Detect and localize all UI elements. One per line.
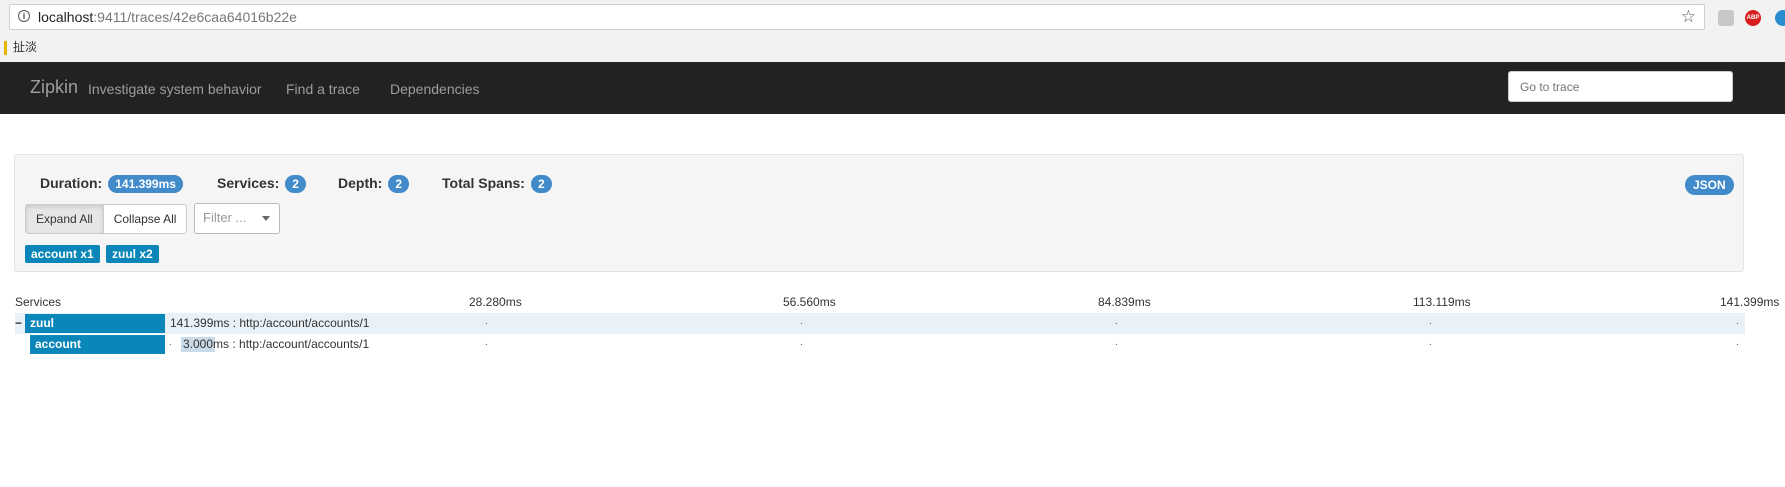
url-path: :9411/traces/42e6caa64016b22e	[93, 9, 297, 25]
services-column-header: Services	[15, 295, 62, 309]
time-tick: 84.839ms	[1098, 295, 1151, 309]
grid-dot: .	[1115, 337, 1118, 348]
duration-label: Duration:	[40, 175, 103, 191]
brand-link[interactable]: Zipkin	[30, 77, 78, 98]
span-label: 141.399ms : http:/account/accounts/1	[170, 316, 370, 330]
grid-dot: .	[1429, 337, 1432, 348]
span-duration-bar	[166, 316, 1744, 331]
grid-dot: .	[800, 316, 803, 327]
expand-collapse-group: Expand All Collapse All	[25, 204, 188, 234]
grid-dot: .	[800, 337, 803, 348]
grid-dot: .	[485, 337, 488, 348]
time-tick: 56.560ms	[783, 295, 836, 309]
duration-badge: 141.399ms	[108, 175, 183, 193]
service-filter-select[interactable]: Filter ...	[194, 203, 280, 234]
url-text: localhost:9411/traces/42e6caa64016b22e	[38, 9, 297, 25]
span-service-name: account	[30, 335, 165, 354]
bookmark-star-icon[interactable]: ☆	[1681, 7, 1696, 27]
duration-stat: Duration: 141.399ms	[40, 175, 183, 193]
bookmark-item[interactable]: 扯淡	[4, 38, 37, 55]
grid-dot: .	[1429, 316, 1432, 327]
time-tick: 28.280ms	[469, 295, 522, 309]
time-tick: 113.119ms	[1413, 295, 1471, 309]
go-to-trace-input[interactable]	[1508, 71, 1733, 102]
navbar: Zipkin Investigate system behavior Find …	[0, 62, 1785, 114]
extension-icon[interactable]	[1775, 10, 1785, 26]
services-stat: Services: 2	[217, 175, 306, 193]
grid-dot: .	[1736, 316, 1739, 327]
grid-dot: .	[1736, 337, 1739, 348]
grid-dot: .	[1115, 316, 1118, 327]
grid-dot: .	[169, 337, 172, 348]
services-label: Services:	[217, 175, 280, 191]
extension-icon[interactable]	[1718, 10, 1734, 26]
collapse-all-button[interactable]: Collapse All	[103, 204, 188, 234]
browser-toolbar: i localhost:9411/traces/42e6caa64016b22e…	[0, 0, 1785, 63]
span-service-name: zuul	[25, 314, 165, 333]
brand-tagline: Investigate system behavior	[88, 81, 262, 97]
service-tag-account[interactable]: account x1	[25, 245, 100, 263]
depth-badge: 2	[388, 175, 410, 193]
bookmark-label: 扯淡	[13, 40, 38, 54]
trace-summary-panel: Duration: 141.399ms Services: 2 Depth: 2 To…	[14, 154, 1744, 272]
chevron-down-icon	[262, 216, 270, 221]
depth-stat: Depth: 2	[338, 175, 410, 193]
total-spans-badge: 2	[530, 175, 552, 193]
total-spans-label: Total Spans:	[442, 175, 525, 191]
trace-timeline: Services 28.280ms 56.560ms 84.839ms 113.…	[15, 293, 1785, 363]
services-badge: 2	[285, 175, 306, 193]
json-button[interactable]: JSON	[1685, 175, 1734, 195]
collapse-toggle-icon[interactable]: −	[15, 316, 22, 330]
depth-label: Depth:	[338, 175, 383, 191]
url-host: localhost	[38, 9, 94, 25]
time-tick: 141.399ms	[1720, 295, 1780, 309]
span-row[interactable]: account . 3.000ms : http:/account/accoun…	[15, 334, 1745, 355]
nav-dependencies[interactable]: Dependencies	[390, 81, 480, 97]
folder-icon	[4, 40, 7, 55]
service-tag-zuul[interactable]: zuul x2	[106, 245, 159, 263]
span-label: 3.000ms : http:/account/accounts/1	[183, 337, 370, 351]
total-spans-stat: Total Spans: 2	[442, 175, 552, 193]
site-info-icon[interactable]: i	[18, 10, 30, 22]
adblock-extension-icon[interactable]: ABP	[1745, 10, 1761, 26]
span-row[interactable]: − zuul 141.399ms : http:/account/account…	[15, 313, 1745, 334]
expand-all-button[interactable]: Expand All	[25, 204, 104, 234]
nav-find-trace[interactable]: Find a trace	[286, 81, 360, 97]
address-bar[interactable]: i localhost:9411/traces/42e6caa64016b22e…	[9, 4, 1705, 30]
grid-dot: .	[485, 316, 488, 327]
filter-placeholder: Filter ...	[203, 210, 247, 225]
